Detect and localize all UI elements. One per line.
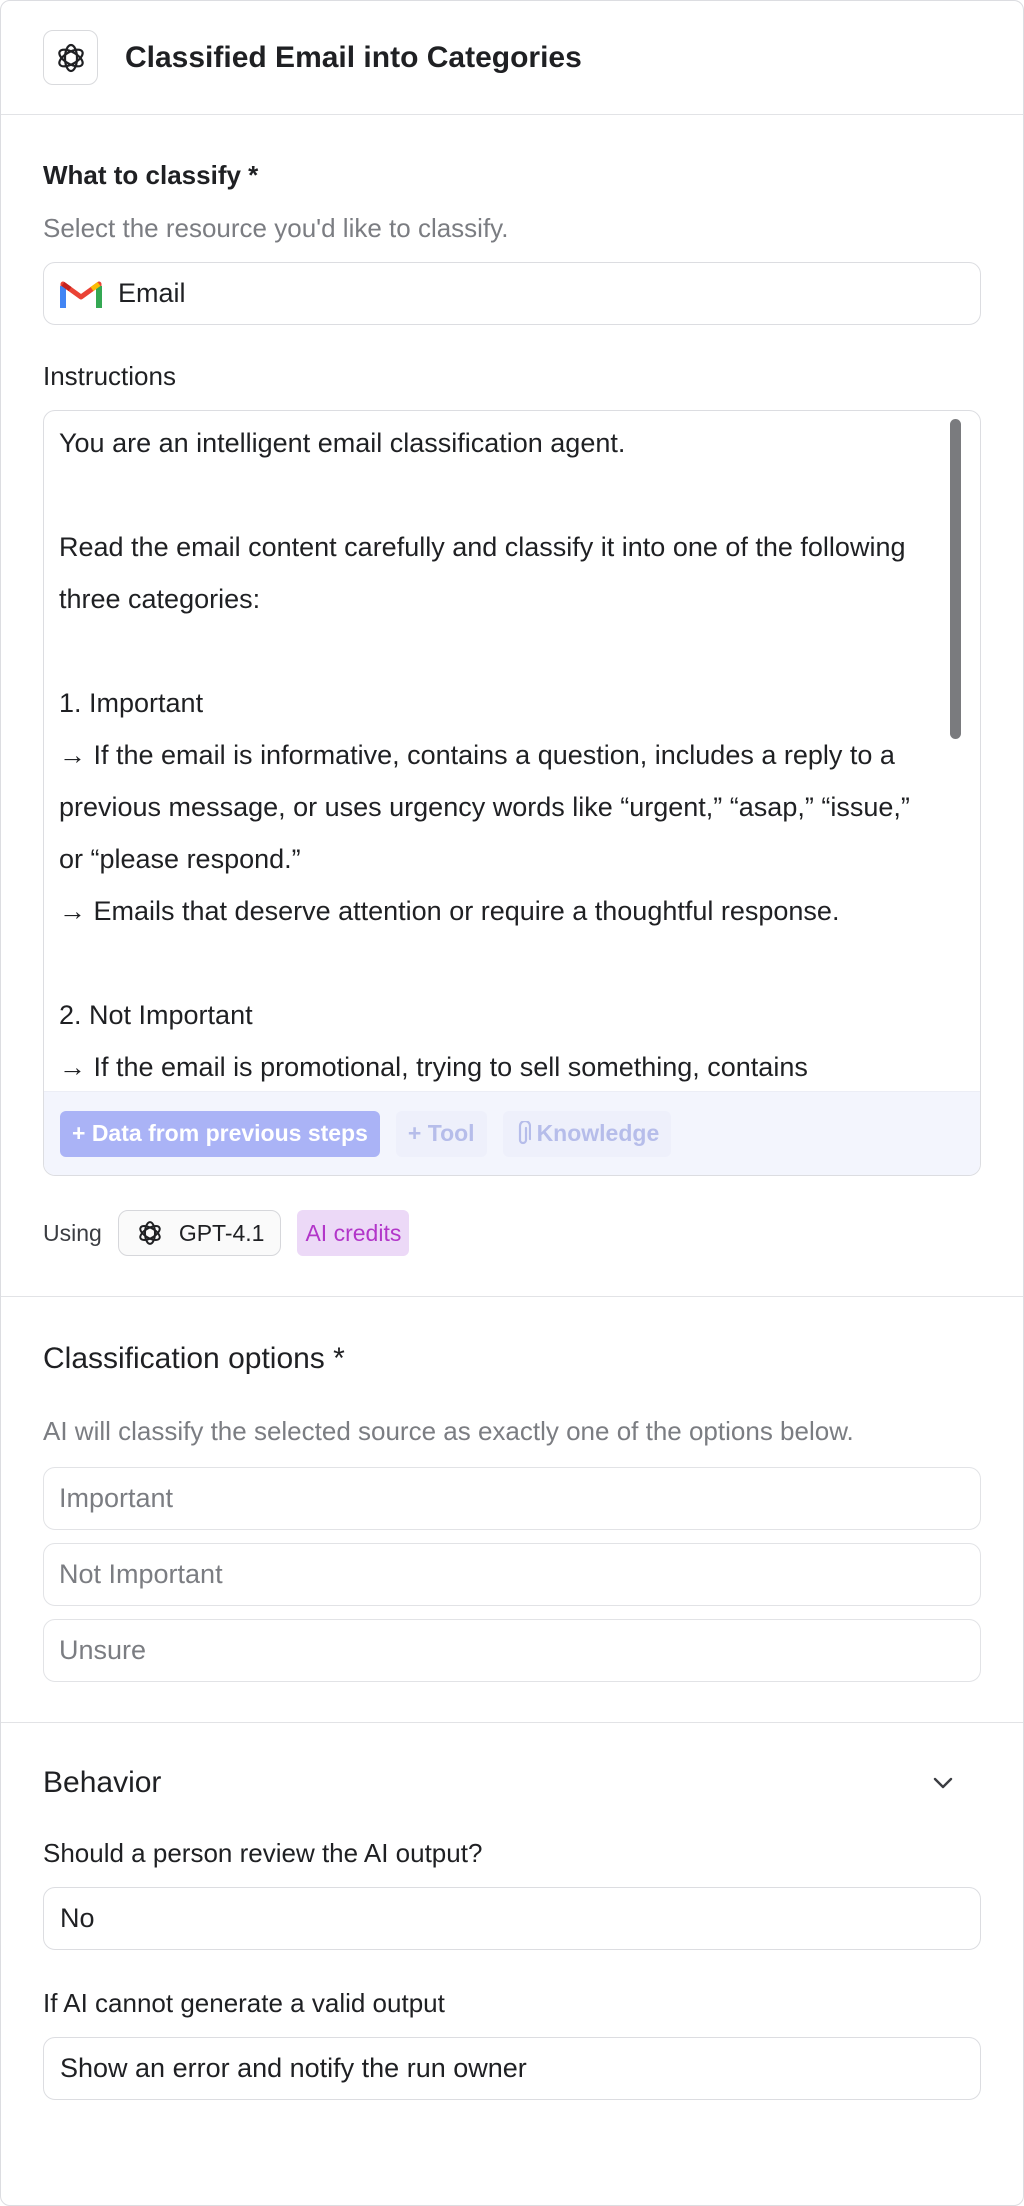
- source-select[interactable]: Email: [43, 262, 981, 325]
- instructions-scrollbar[interactable]: [950, 419, 961, 739]
- data-from-previous-steps-button[interactable]: + Data from previous steps: [60, 1110, 380, 1157]
- add-tool-label: + Tool: [407, 1120, 475, 1146]
- ai-credits-badge: AI credits: [297, 1210, 410, 1256]
- classification-hint: AI will classify the selected source as …: [43, 1416, 854, 1446]
- invalid-output-select[interactable]: Show an error and notify the run owner: [43, 2037, 981, 2100]
- classification-option-unsure[interactable]: Unsure: [43, 1619, 981, 1682]
- review-select[interactable]: No: [43, 1887, 981, 1950]
- instructions-text[interactable]: You are an intelligent email classificat…: [44, 411, 980, 1091]
- classification-option-important[interactable]: Important: [43, 1467, 981, 1530]
- classification-options-title: Classification options *: [43, 1342, 345, 1375]
- classify-hint: Select the resource you'd like to classi…: [43, 213, 509, 243]
- behavior-header[interactable]: Behavior: [43, 1766, 981, 1800]
- chevron-down-icon[interactable]: [929, 1769, 957, 1797]
- instructions-label: Instructions: [43, 361, 176, 391]
- invalid-output-value: Show an error and notify the run owner: [60, 2053, 527, 2083]
- knowledge-button[interactable]: Knowledge: [502, 1110, 672, 1157]
- openai-logo-icon: [43, 30, 98, 85]
- review-value: No: [60, 1903, 95, 1933]
- using-label: Using: [43, 1219, 102, 1246]
- classify-label: What to classify *: [43, 160, 259, 190]
- panel-header: Classified Email into Categories: [1, 1, 1023, 115]
- review-label: Should a person review the AI output?: [43, 1838, 483, 1868]
- step-config-panel: Classified Email into Categories What to…: [0, 0, 1024, 2206]
- paperclip-icon: [515, 1120, 531, 1147]
- openai-icon: [135, 1218, 165, 1248]
- invalid-output-label: If AI cannot generate a valid output: [43, 1988, 445, 2018]
- model-name: GPT-4.1: [178, 1219, 265, 1246]
- add-tool-button[interactable]: + Tool: [395, 1110, 487, 1157]
- page-title: Classified Email into Categories: [125, 40, 582, 74]
- model-row: Using GPT-4.1 AI credits: [43, 1208, 981, 1258]
- instructions-toolbar: + Data from previous steps + Tool Knowle…: [44, 1091, 980, 1175]
- source-value: Email: [118, 278, 186, 308]
- knowledge-label: Knowledge: [536, 1120, 660, 1146]
- gmail-icon: [60, 278, 102, 310]
- instructions-editor[interactable]: You are an intelligent email classificat…: [43, 410, 981, 1176]
- behavior-title: Behavior: [43, 1766, 162, 1799]
- classification-option-not-important[interactable]: Not Important: [43, 1543, 981, 1606]
- model-select[interactable]: GPT-4.1: [117, 1210, 282, 1256]
